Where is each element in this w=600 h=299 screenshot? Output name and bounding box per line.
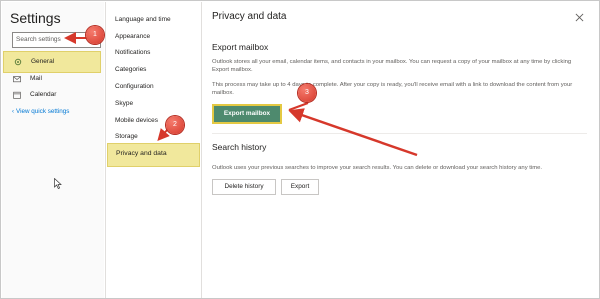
delete-history-button[interactable]: Delete history — [212, 179, 276, 195]
nav-item-general[interactable]: General — [3, 51, 101, 73]
nav-item-label: General — [31, 58, 55, 65]
sub-nav-pane: Language and time Appearance Notificatio… — [105, 2, 202, 298]
export-history-button[interactable]: Export — [281, 179, 319, 195]
chevron-left-icon: ‹ — [12, 109, 14, 115]
settings-window: Settings Search settings General Mail Ca… — [0, 0, 600, 299]
export-mailbox-note: This process may take up to 4 days to co… — [212, 82, 573, 96]
sub-nav-language-and-time[interactable]: Language and time — [115, 16, 171, 23]
left-pane: Settings Search settings General Mail Ca… — [2, 2, 104, 298]
page-title: Privacy and data — [212, 11, 287, 22]
sub-nav-skype[interactable]: Skype — [115, 100, 133, 107]
sub-nav-privacy-and-data[interactable]: Privacy and data — [107, 143, 200, 167]
search-history-description: Outlook uses your previous searches to i… — [212, 165, 543, 171]
calendar-icon — [13, 91, 21, 99]
mail-icon — [13, 76, 21, 83]
search-placeholder: Search settings — [16, 36, 61, 43]
sub-nav-mobile-devices[interactable]: Mobile devices — [115, 117, 158, 124]
callout-badge-1: 1 — [86, 26, 104, 44]
quick-settings-label: View quick settings — [16, 108, 70, 115]
search-history-heading: Search history — [212, 142, 267, 152]
callout-badge-3: 3 — [298, 84, 316, 102]
settings-title: Settings — [10, 10, 61, 26]
gear-icon — [14, 58, 22, 66]
nav-item-label: Mail — [30, 75, 42, 82]
sub-nav-configuration[interactable]: Configuration — [115, 83, 154, 90]
sub-nav-label: Privacy and data — [116, 150, 167, 157]
sub-nav-notifications[interactable]: Notifications — [115, 49, 150, 56]
sub-nav-appearance[interactable]: Appearance — [115, 33, 150, 40]
close-icon[interactable] — [575, 13, 584, 22]
nav-item-label: Calendar — [30, 91, 57, 98]
sub-nav-storage[interactable]: Storage — [115, 133, 138, 140]
mouse-cursor-icon — [54, 178, 62, 189]
content-pane: Privacy and data Export mailbox Outlook … — [202, 2, 598, 298]
view-quick-settings-link[interactable]: ‹ View quick settings — [12, 108, 69, 115]
export-mailbox-description: Outlook stores all your email, calendar … — [212, 59, 572, 73]
export-mailbox-button[interactable]: Export mailbox — [212, 104, 282, 124]
section-divider — [212, 133, 587, 134]
nav-item-mail[interactable]: Mail — [3, 71, 101, 87]
callout-badge-2: 2 — [166, 116, 184, 134]
export-mailbox-heading: Export mailbox — [212, 42, 269, 52]
nav-item-calendar[interactable]: Calendar — [3, 87, 101, 103]
sub-nav-categories[interactable]: Categories — [115, 66, 146, 73]
